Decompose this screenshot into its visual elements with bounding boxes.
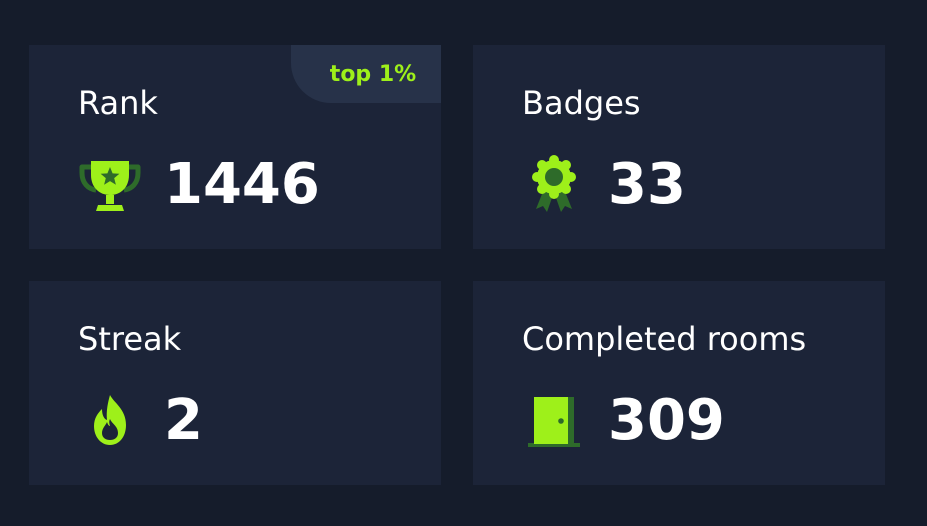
streak-label: Streak <box>78 320 182 358</box>
completed-rooms-row: 309 <box>522 385 725 457</box>
streak-value: 2 <box>164 388 203 453</box>
door-icon <box>522 389 586 453</box>
rank-label: Rank <box>78 84 158 122</box>
flame-icon <box>78 389 142 453</box>
badges-card: Badges 33 <box>473 45 885 249</box>
rank-card: top 1% Rank 1446 <box>29 45 441 249</box>
rank-percentile-badge: top 1% <box>291 45 441 103</box>
streak-row: 2 <box>78 385 203 457</box>
stats-grid: top 1% Rank 1446 Badges 33 Streak 2 Comp… <box>29 45 885 485</box>
completed-rooms-label: Completed rooms <box>522 320 807 358</box>
streak-card: Streak 2 <box>29 281 441 485</box>
badges-value: 33 <box>608 152 686 217</box>
completed-rooms-card: Completed rooms 309 <box>473 281 885 485</box>
award-ribbon-icon <box>522 153 586 217</box>
completed-rooms-value: 309 <box>608 388 725 453</box>
trophy-icon <box>78 153 142 217</box>
badges-row: 33 <box>522 149 686 221</box>
rank-row: 1446 <box>78 149 320 221</box>
badges-label: Badges <box>522 84 641 122</box>
rank-value: 1446 <box>164 152 320 217</box>
